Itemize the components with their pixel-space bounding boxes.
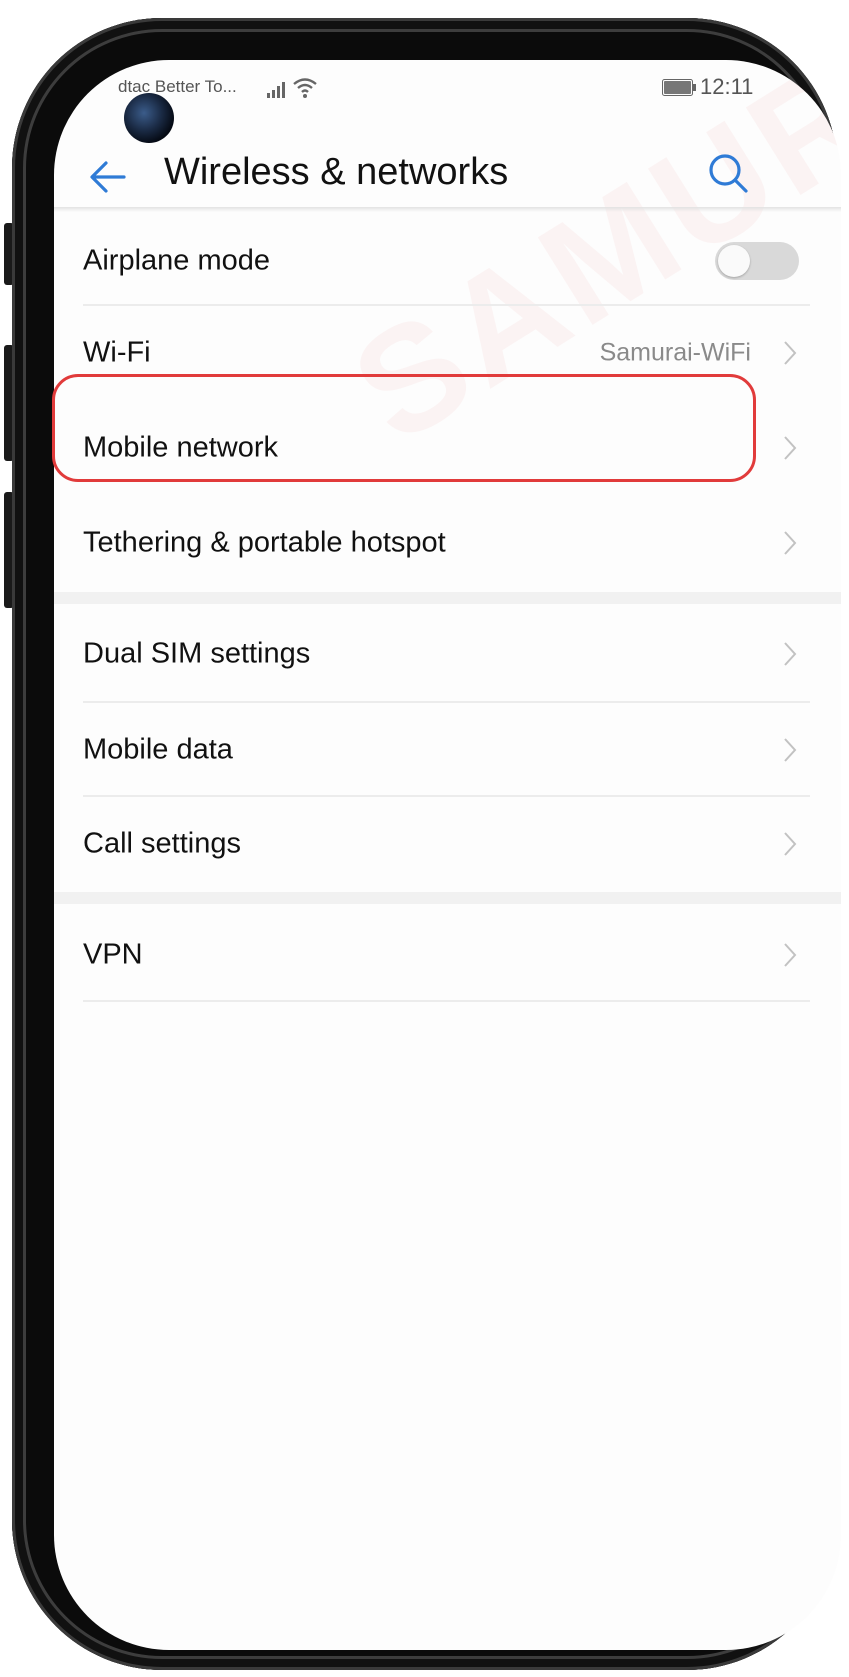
tethering-hotspot-row[interactable]: Tethering & portable hotspot bbox=[54, 496, 841, 590]
vpn-row[interactable]: VPN bbox=[54, 908, 841, 1002]
wifi-row[interactable]: Wi-Fi Samurai-WiFi bbox=[54, 306, 841, 400]
mobile-network-row[interactable]: Mobile network bbox=[54, 401, 841, 495]
chevron-right-icon bbox=[784, 436, 797, 460]
wifi-value: Samurai-WiFi bbox=[599, 338, 751, 367]
wifi-icon bbox=[293, 78, 317, 98]
battery-icon bbox=[662, 79, 696, 96]
toggle-knob bbox=[718, 245, 750, 277]
mobile-data-label: Mobile data bbox=[83, 733, 233, 766]
airplane-mode-toggle[interactable] bbox=[715, 242, 799, 280]
tethering-hotspot-label: Tethering & portable hotspot bbox=[83, 526, 446, 559]
dual-sim-settings-label: Dual SIM settings bbox=[83, 637, 311, 670]
call-settings-label: Call settings bbox=[83, 827, 241, 860]
phone-screen: SAMURAI dtac Better To... 12:11 Wireless… bbox=[54, 60, 841, 1650]
chevron-right-icon bbox=[784, 642, 797, 666]
wifi-label: Wi-Fi bbox=[83, 336, 151, 369]
app-bar-shadow bbox=[54, 207, 841, 212]
clock: 12:11 bbox=[700, 74, 754, 99]
divider bbox=[83, 1000, 810, 1002]
phone-frame: SAMURAI dtac Better To... 12:11 Wireless… bbox=[12, 18, 841, 1670]
signal-icon bbox=[267, 82, 285, 98]
call-settings-row[interactable]: Call settings bbox=[54, 797, 841, 891]
mobile-network-label: Mobile network bbox=[83, 431, 279, 464]
chevron-right-icon bbox=[784, 738, 797, 762]
dual-sim-settings-row[interactable]: Dual SIM settings bbox=[54, 607, 841, 701]
airplane-mode-row[interactable]: Airplane mode bbox=[54, 214, 841, 308]
search-icon[interactable] bbox=[704, 149, 752, 197]
section-divider bbox=[54, 592, 841, 604]
vpn-label: VPN bbox=[83, 938, 143, 971]
chevron-right-icon bbox=[784, 341, 797, 365]
chevron-right-icon bbox=[784, 832, 797, 856]
mobile-data-row[interactable]: Mobile data bbox=[54, 703, 841, 797]
chevron-right-icon bbox=[784, 531, 797, 555]
airplane-mode-label: Airplane mode bbox=[83, 244, 270, 277]
chevron-right-icon bbox=[784, 943, 797, 967]
carrier-label: dtac Better To... bbox=[118, 77, 237, 96]
page-title: Wireless & networks bbox=[164, 151, 509, 193]
section-divider bbox=[54, 892, 841, 904]
back-arrow-icon[interactable] bbox=[84, 153, 132, 201]
